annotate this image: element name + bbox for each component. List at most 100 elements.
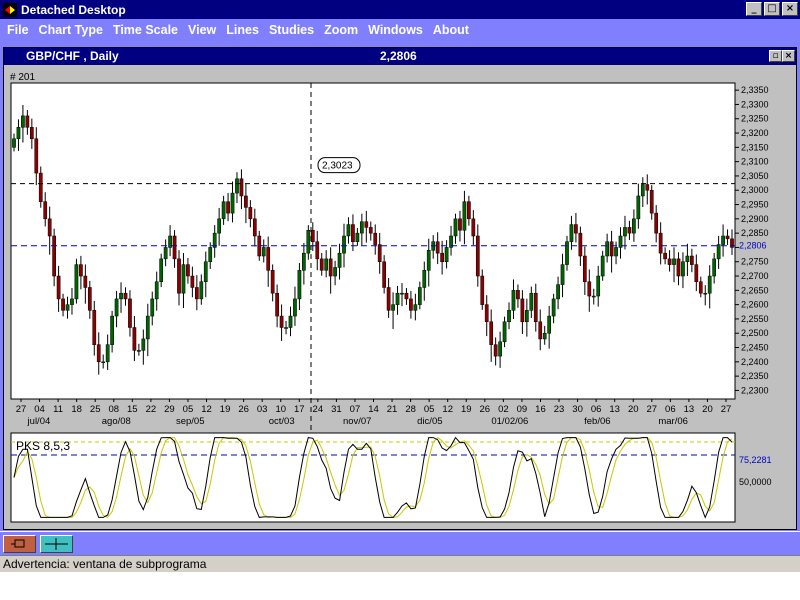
candle-up <box>413 304 418 311</box>
chart-titlebar[interactable]: GBP/CHF , Daily 2,2806 ▫ × <box>4 48 796 65</box>
candle-down <box>690 255 694 265</box>
candle-down <box>38 172 43 202</box>
candle-up <box>511 290 516 311</box>
candle-down <box>493 344 498 357</box>
candle-up <box>12 138 16 148</box>
candle-up <box>426 250 431 271</box>
date-tick-label: 12 <box>201 404 212 415</box>
candle-up <box>542 332 547 340</box>
candle-down <box>270 270 275 294</box>
stochastic-title: PKS 8,5,3 <box>16 439 70 453</box>
candle-down <box>663 252 667 260</box>
candle-down <box>43 201 48 220</box>
candle-down <box>475 235 480 277</box>
minimize-button[interactable]: _ <box>746 2 762 16</box>
candle-down <box>649 189 654 214</box>
month-label: jul/04 <box>27 416 51 427</box>
month-label: dic/05 <box>417 416 442 427</box>
candle-up <box>159 258 164 283</box>
close-chart-icon[interactable]: × <box>782 50 795 62</box>
chart-last-price: 2,2806 <box>380 49 417 63</box>
candle-up <box>591 295 596 298</box>
stoch-current-value: 75,2281 <box>739 455 772 465</box>
status-bar: Advertencia: ventana de subprograma <box>0 555 800 572</box>
candle-up <box>288 315 293 328</box>
candle-up <box>333 267 337 277</box>
candle-up <box>569 224 574 242</box>
chart-canvas[interactable]: 2,3350 2,3300 2,3250 2,3200 2,3150 2,3100 2,30… <box>4 66 796 529</box>
menu-zoom[interactable]: Zoom <box>319 23 363 37</box>
menu-studies[interactable]: Studies <box>264 23 319 37</box>
candle-down <box>582 255 587 283</box>
candle-down <box>654 212 659 234</box>
candle-up <box>716 244 721 260</box>
price-tick-label: 2,3200 <box>741 128 769 138</box>
date-tick-label: 26 <box>238 404 249 415</box>
close-button[interactable]: × <box>782 2 798 16</box>
date-tick-label: 07 <box>350 404 361 415</box>
month-label: nov/07 <box>343 416 372 427</box>
candle-down <box>480 275 485 305</box>
candle-up <box>16 127 21 140</box>
candle-up <box>181 264 186 294</box>
restore-icon[interactable]: ▫ <box>769 50 782 62</box>
maximize-button[interactable]: □ <box>764 2 780 16</box>
date-tick-label: 13 <box>609 404 620 415</box>
candle-up <box>110 315 114 345</box>
candle-up <box>672 258 676 265</box>
candle-down <box>266 247 271 271</box>
month-label: mar/06 <box>658 416 688 427</box>
candle-down <box>239 178 244 197</box>
candle-up <box>565 241 569 265</box>
candle-down <box>79 264 83 277</box>
window-titlebar: Detached Desktop _ □ × <box>0 0 800 19</box>
candle-up <box>297 270 302 300</box>
candle-down <box>377 244 382 262</box>
date-tick-label: 26 <box>480 404 491 415</box>
candle-up <box>551 298 556 317</box>
candle-down <box>56 275 61 300</box>
menu-view[interactable]: View <box>183 23 221 37</box>
menu-about[interactable]: About <box>428 23 474 37</box>
menu-time-scale[interactable]: Time Scale <box>108 23 183 37</box>
candle-up <box>712 258 717 277</box>
candle-down <box>47 218 52 237</box>
candle-down <box>458 218 462 231</box>
month-label: 01/02/06 <box>491 416 528 427</box>
candle-up <box>302 252 306 271</box>
candle-up <box>422 270 427 288</box>
candle-down <box>587 281 592 297</box>
date-tick-label: 23 <box>554 404 565 415</box>
date-tick-label: 31 <box>331 404 342 415</box>
price-panel[interactable] <box>10 82 736 400</box>
menu-lines[interactable]: Lines <box>221 23 264 37</box>
candle-up <box>154 281 159 300</box>
date-tick-label: 16 <box>535 404 546 415</box>
date-tick-label: 21 <box>387 404 398 415</box>
task-button-crosshair[interactable] <box>40 535 73 553</box>
candle-down <box>658 232 663 254</box>
date-tick-label: 09 <box>517 404 528 415</box>
chart-window[interactable]: GBP/CHF , Daily 2,2806 ▫ × # 201 2,3350 2… <box>3 47 797 530</box>
candle-up <box>614 247 618 257</box>
candle-up <box>208 247 213 262</box>
candle-up <box>685 255 690 262</box>
candle-up <box>605 241 609 257</box>
date-tick-label: 14 <box>368 404 379 415</box>
date-tick-label: 03 <box>257 404 268 415</box>
date-tick-label: 12 <box>442 404 453 415</box>
menu-file[interactable]: File <box>2 23 34 37</box>
month-label: oct/03 <box>269 416 295 427</box>
price-tick-label: 2,2750 <box>741 257 769 267</box>
candle-up <box>502 321 507 343</box>
date-tick-label: 28 <box>405 404 416 415</box>
menu-windows[interactable]: Windows <box>363 23 428 37</box>
candle-down <box>194 287 199 300</box>
task-button-detach[interactable] <box>3 535 36 553</box>
candle-down <box>315 241 320 260</box>
price-tick-label: 2,3150 <box>741 142 769 152</box>
candle-down <box>275 292 279 317</box>
menu-chart-type[interactable]: Chart Type <box>34 23 108 37</box>
stochastic-panel[interactable] <box>10 432 736 523</box>
candle-down <box>87 287 92 311</box>
